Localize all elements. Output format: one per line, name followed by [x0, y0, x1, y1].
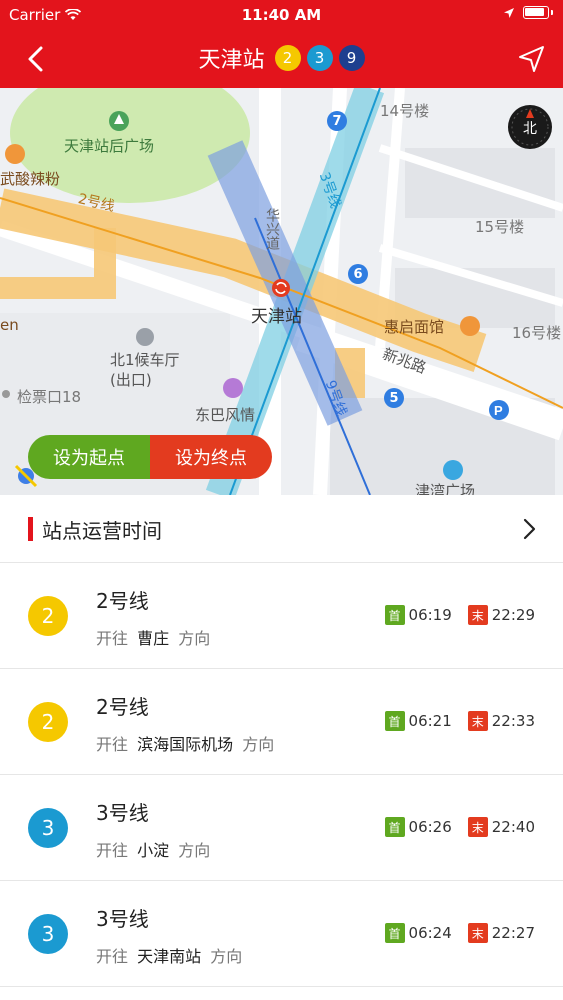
battery-icon	[523, 6, 549, 19]
battery-tip	[551, 10, 553, 15]
direction-destination: 曹庄	[137, 629, 170, 648]
line-times: 首 06:21 末 22:33	[384, 711, 535, 731]
line-badge-3: 3	[306, 45, 333, 71]
line-direction: 开往 天津南站 方向	[96, 943, 242, 967]
exit-marker-6[interactable]: 6	[348, 264, 368, 284]
line-name: 2号线	[96, 695, 149, 719]
direction-destination: 天津南站	[137, 947, 202, 966]
direction-suffix: 方向	[178, 629, 211, 648]
set-end-button[interactable]: 设为终点	[150, 435, 272, 479]
direction-destination: 滨海国际机场	[137, 735, 234, 754]
direction-suffix: 方向	[210, 947, 243, 966]
map-label-en: en	[0, 316, 19, 334]
last-train-time: 22:29	[491, 606, 535, 624]
section-accent-bar	[28, 517, 33, 541]
section-title: 站点运营时间	[42, 519, 162, 543]
line-badge-9: 9	[338, 45, 365, 71]
line-name: 3号线	[96, 801, 149, 825]
map-label-building14: 14号楼	[380, 102, 430, 120]
exit-marker-7[interactable]: 7	[327, 111, 347, 131]
map-label-exit-north: 北1候车厅(出口)	[110, 351, 180, 389]
map-label-station: 天津站	[251, 307, 302, 327]
line-direction: 开往 曹庄 方向	[96, 625, 210, 649]
first-train-time: 06:26	[408, 818, 452, 836]
first-train-tag: 首	[384, 923, 405, 943]
map-label-noodle: 武酸辣粉	[0, 170, 61, 188]
direction-prefix: 开往	[96, 735, 129, 754]
line-badge: 3	[28, 808, 68, 848]
map-label-plaza: 天津站后广场	[64, 137, 155, 155]
first-train-time: 06:24	[408, 924, 452, 942]
last-train-time: 22:40	[491, 818, 535, 836]
last-train-time: 22:27	[491, 924, 535, 942]
map-label-huiqi: 惠启面馆	[384, 318, 445, 336]
first-train-tag: 首	[384, 605, 405, 625]
line-times: 首 06:19 末 22:29	[384, 605, 535, 625]
last-train-tag: 末	[467, 923, 488, 943]
line-direction: 开往 滨海国际机场 方向	[96, 731, 274, 755]
map-label-building15: 15号楼	[475, 218, 525, 236]
line-name: 2号线	[96, 589, 149, 613]
app-header: Carrier 11:40 AM 天津站 2 3 9	[0, 0, 563, 88]
line-row[interactable]: 3 3号线 开往 天津南站 方向 首 06:24 末 22:27	[0, 881, 563, 987]
compass-icon[interactable]: 北	[507, 104, 553, 150]
map-label-dongba: 东巴风情	[195, 406, 256, 424]
map-label-jinwan: 津湾广场	[415, 482, 476, 495]
status-bar: Carrier 11:40 AM	[0, 0, 563, 30]
last-train-tag: 末	[467, 817, 488, 837]
last-train-tag: 末	[467, 605, 488, 625]
line-times: 首 06:26 末 22:40	[384, 817, 535, 837]
chevron-right-icon	[523, 518, 536, 540]
direction-destination: 小淀	[137, 841, 170, 860]
svg-text:P: P	[494, 403, 503, 418]
direction-prefix: 开往	[96, 947, 129, 966]
line-direction: 开往 小淀 方向	[96, 837, 210, 861]
line-badge-2: 2	[274, 45, 301, 71]
set-start-button[interactable]: 设为起点	[28, 435, 150, 479]
status-right	[503, 6, 553, 19]
line-row[interactable]: 3 3号线 开往 小淀 方向 首 06:26 末 22:40	[0, 775, 563, 881]
navbar: 天津站 2 3 9	[0, 30, 563, 88]
line-badge: 2	[28, 596, 68, 636]
line-row[interactable]: 2 2号线 开往 滨海国际机场 方向 首 06:21 末 22:33	[0, 669, 563, 775]
first-train-tag: 首	[384, 817, 405, 837]
map-label-building16: 16号楼	[512, 324, 562, 342]
station-title-group: 天津站 2 3 9	[0, 42, 563, 74]
first-train-tag: 首	[384, 711, 405, 731]
map-label-huaxing: 华兴道	[264, 208, 280, 250]
last-train-tag: 末	[467, 711, 488, 731]
navigation-arrow-icon[interactable]	[515, 42, 549, 76]
map-label-jianpiao: 检票口18	[17, 388, 82, 406]
exit-marker-5[interactable]: 5	[384, 388, 404, 408]
status-time: 11:40 AM	[241, 6, 322, 24]
first-train-time: 06:19	[408, 606, 452, 624]
first-train-time: 06:21	[408, 712, 452, 730]
compass-north-label: 北	[523, 121, 537, 137]
set-point-buttons: 设为起点 设为终点	[28, 435, 272, 479]
line-times: 首 06:24 末 22:27	[384, 923, 535, 943]
line-badge: 2	[28, 702, 68, 742]
last-train-time: 22:33	[491, 712, 535, 730]
page-title: 天津站	[198, 48, 265, 73]
location-arrow-icon	[504, 7, 514, 18]
line-name: 3号线	[96, 907, 149, 931]
direction-prefix: 开往	[96, 841, 129, 860]
line-row[interactable]: 2 2号线 开往 曹庄 方向 首 06:19 末 22:29	[0, 563, 563, 669]
operating-hours-header[interactable]: 站点运营时间	[0, 495, 563, 563]
direction-prefix: 开往	[96, 629, 129, 648]
direction-suffix: 方向	[178, 841, 211, 860]
direction-suffix: 方向	[242, 735, 275, 754]
line-badge: 3	[28, 914, 68, 954]
station-map[interactable]: P 天津站后广场 武酸辣粉 2号线 14号楼 15号楼 16号楼 华兴道 3号线…	[0, 88, 563, 495]
